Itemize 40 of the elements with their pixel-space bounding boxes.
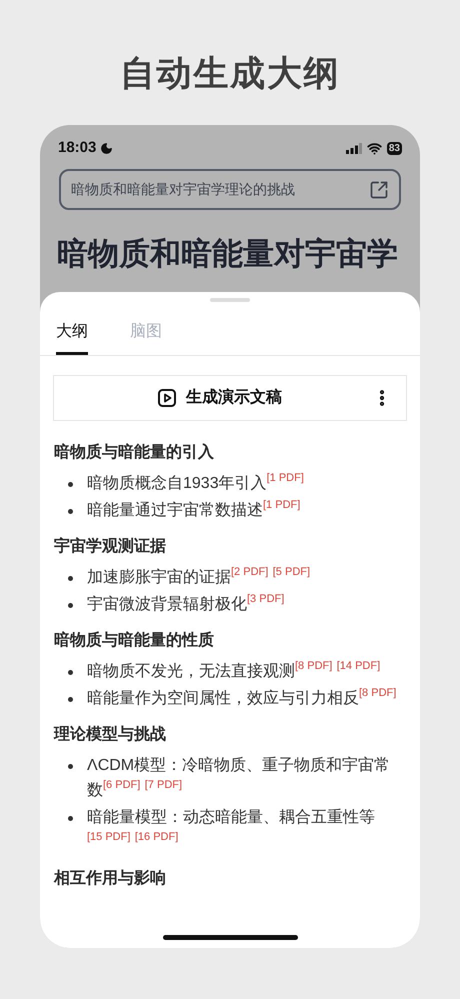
citation-link[interactable]: [6 PDF]	[103, 779, 140, 791]
section-heading: 暗物质与暗能量的引入	[54, 442, 215, 463]
bullet-icon	[68, 603, 73, 608]
section-heading: 暗物质与暗能量的性质	[54, 630, 215, 651]
bullet-icon	[68, 697, 73, 702]
section-heading: 理论模型与挑战	[54, 724, 167, 745]
sheet-handle[interactable]	[210, 298, 250, 302]
section-heading: 宇宙学观测证据	[54, 536, 167, 557]
citation-link[interactable]: [2 PDF]	[231, 566, 268, 578]
citation-link[interactable]: [1 PDF]	[263, 499, 300, 511]
play-icon	[158, 389, 176, 407]
generate-button[interactable]: 生成演示文稿	[68, 386, 372, 410]
bullet-icon	[68, 509, 73, 514]
bullet-icon	[68, 764, 73, 769]
citation-link[interactable]: [16 PDF]	[134, 831, 178, 843]
citation-link[interactable]: [1 PDF]	[266, 472, 304, 484]
signal-icon	[346, 143, 362, 154]
citation-link[interactable]: [5 PDF]	[272, 566, 310, 578]
page-title: 自动生成大纲	[120, 53, 340, 95]
citation-link[interactable]: [8 PDF]	[295, 660, 332, 672]
tab[interactable]: 大纲	[56, 320, 88, 355]
citation-link[interactable]: [7 PDF]	[144, 779, 182, 791]
share-icon[interactable]	[369, 180, 389, 200]
moon-icon	[100, 142, 114, 155]
citation-link[interactable]: [8 PDF]	[359, 687, 396, 699]
bullet-icon	[68, 670, 73, 675]
bullet-icon	[68, 482, 73, 487]
outline-item: 暗能量模型：动态暗能量、耦合五重性等 [15 PDF] [16 PDF]	[87, 808, 376, 845]
bullet-icon	[68, 816, 73, 821]
bullet-icon	[68, 576, 73, 581]
citation-link[interactable]: [15 PDF]	[87, 831, 130, 843]
citation-link[interactable]: [14 PDF]	[336, 660, 380, 672]
article-title: 暗物质和暗能量对宇宙学	[57, 235, 399, 273]
section-heading: 相互作用与影响	[54, 868, 167, 889]
citation-link[interactable]: [3 PDF]	[247, 593, 284, 605]
tab[interactable]: 脑图	[130, 320, 162, 355]
clock: 18:03	[58, 138, 96, 158]
address-field[interactable]: 暗物质和暗能量对宇宙学理论的挑战	[59, 169, 401, 210]
wifi-icon	[366, 141, 382, 156]
battery-icon: 83	[386, 142, 402, 155]
